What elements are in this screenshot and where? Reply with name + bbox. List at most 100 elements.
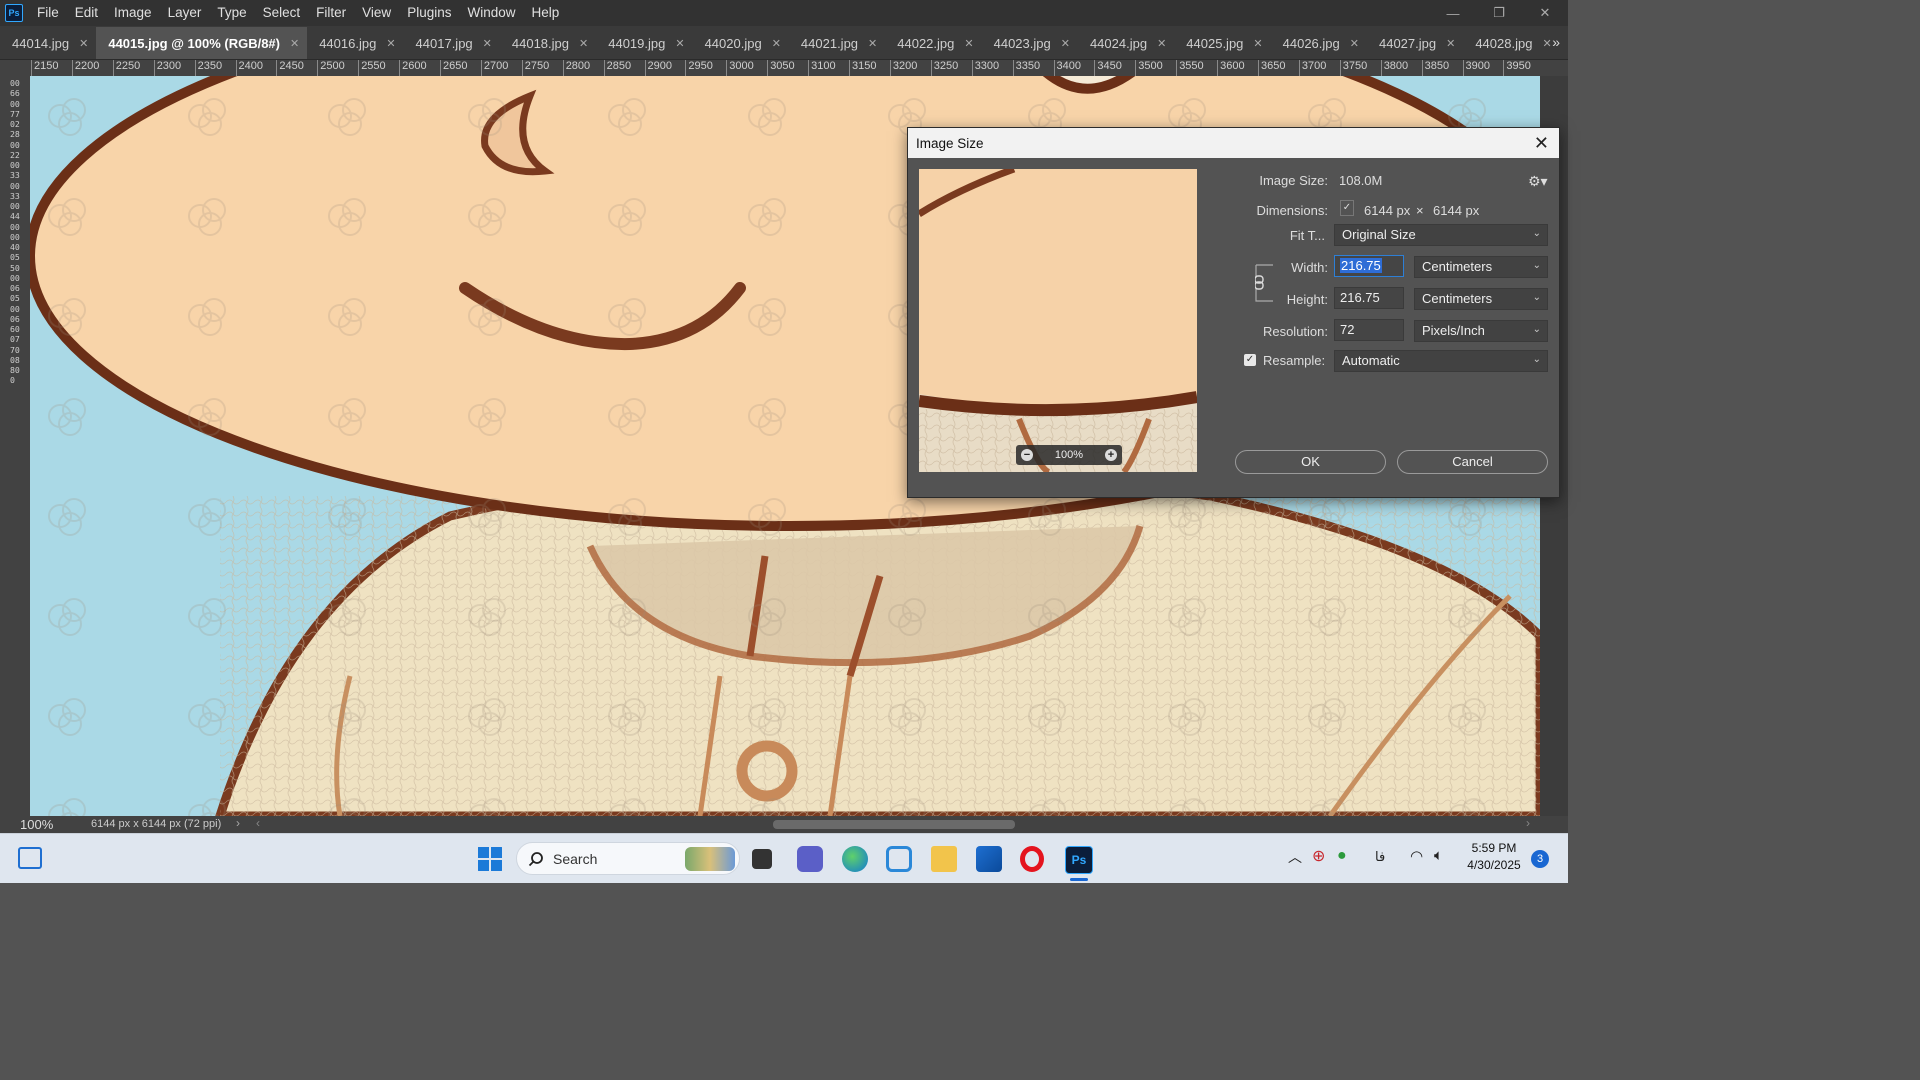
menu-file[interactable]: File xyxy=(29,0,67,26)
document-tab[interactable]: 44015.jpg @ 100% (RGB/8#) ✕ xyxy=(96,27,308,59)
resample-checkbox[interactable]: ✓ xyxy=(1244,354,1256,366)
tab-close-icon[interactable]: ✕ xyxy=(483,37,492,50)
photoshop-logo-icon[interactable]: Ps xyxy=(5,4,23,22)
settings-gear-icon[interactable]: ⚙▾ xyxy=(1528,173,1548,190)
ruler-tick-label: 2500 xyxy=(317,60,345,76)
file-explorer-icon[interactable] xyxy=(931,846,957,872)
menu-select[interactable]: Select xyxy=(255,0,309,26)
chevron-up-icon[interactable]: ︿ xyxy=(1288,847,1302,867)
widgets-icon[interactable] xyxy=(18,847,42,869)
tab-close-icon[interactable]: ✕ xyxy=(964,37,973,50)
tab-close-icon[interactable]: ✕ xyxy=(1061,37,1070,50)
document-tab[interactable]: 44019.jpg ✕ xyxy=(596,27,692,59)
opera-browser-icon[interactable] xyxy=(1020,846,1044,872)
close-window-icon[interactable]: ✕ xyxy=(1522,0,1568,26)
taskbar-search[interactable]: Search xyxy=(516,842,740,875)
system-clock[interactable]: 5:59 PM 4/30/2025 xyxy=(1462,840,1526,874)
document-tab[interactable]: 44020.jpg ✕ xyxy=(693,27,789,59)
dialog-titlebar[interactable]: Image Size ✕ xyxy=(908,128,1559,158)
document-tab[interactable]: 44022.jpg ✕ xyxy=(885,27,981,59)
document-tab[interactable]: 44027.jpg ✕ xyxy=(1367,27,1463,59)
tab-close-icon[interactable]: ✕ xyxy=(79,37,88,50)
document-tab[interactable]: 44024.jpg ✕ xyxy=(1078,27,1174,59)
tab-overflow-icon[interactable]: » xyxy=(1552,34,1560,50)
edge-browser-icon[interactable] xyxy=(842,846,868,872)
height-unit-dropdown[interactable]: Centimeters ⌄ xyxy=(1414,288,1548,310)
document-tab[interactable]: 44014.jpg ✕ xyxy=(0,27,96,59)
tab-close-icon[interactable]: ✕ xyxy=(772,37,781,50)
tab-close-icon[interactable]: ✕ xyxy=(1542,37,1551,50)
tray-globe-icon[interactable]: ● xyxy=(1337,847,1347,865)
fit-to-dropdown[interactable]: Original Size ⌄ xyxy=(1334,224,1548,246)
menu-filter[interactable]: Filter xyxy=(308,0,354,26)
menu-window[interactable]: Window xyxy=(459,0,523,26)
wifi-icon[interactable]: ◠ xyxy=(1410,847,1423,865)
scroll-left-icon[interactable]: ‹ xyxy=(256,816,260,830)
input-language[interactable]: فا xyxy=(1375,849,1385,865)
restore-icon[interactable]: ❐ xyxy=(1476,0,1522,26)
resample-dropdown[interactable]: Automatic ⌄ xyxy=(1334,350,1548,372)
tab-close-icon[interactable]: ✕ xyxy=(1446,37,1455,50)
tab-close-icon[interactable]: ✕ xyxy=(290,37,299,50)
menu-plugins[interactable]: Plugins xyxy=(399,0,459,26)
width-unit-dropdown[interactable]: Centimeters ⌄ xyxy=(1414,256,1548,278)
menu-image[interactable]: Image xyxy=(106,0,160,26)
start-windows-icon[interactable] xyxy=(477,846,503,872)
tab-close-icon[interactable]: ✕ xyxy=(1157,37,1166,50)
notification-badge[interactable]: 3 xyxy=(1531,850,1549,868)
height-label: Height: xyxy=(1286,292,1328,307)
tab-close-icon[interactable]: ✕ xyxy=(675,37,684,50)
tab-close-icon[interactable]: ✕ xyxy=(868,37,877,50)
document-tab[interactable]: 44026.jpg ✕ xyxy=(1271,27,1367,59)
tab-label: 44014.jpg xyxy=(12,35,70,51)
width-input[interactable]: 216.75 xyxy=(1334,255,1404,277)
document-tab[interactable]: 44017.jpg ✕ xyxy=(404,27,500,59)
microsoft-store-icon[interactable] xyxy=(976,846,1002,872)
vertical-ruler[interactable]: 0066007702280022003300330044000040055000… xyxy=(0,76,30,816)
cancel-button[interactable]: Cancel xyxy=(1397,450,1548,474)
snipping-tool-icon[interactable] xyxy=(886,846,912,872)
height-unit-value: Centimeters xyxy=(1422,291,1493,306)
task-view-icon[interactable] xyxy=(752,849,772,869)
scroll-right-icon[interactable]: › xyxy=(1526,816,1530,830)
tab-close-icon[interactable]: ✕ xyxy=(386,37,395,50)
tab-close-icon[interactable]: ✕ xyxy=(1253,37,1262,50)
resolution-unit-dropdown[interactable]: Pixels/Inch ⌄ xyxy=(1414,320,1548,342)
chevron-down-icon: ⌄ xyxy=(1532,228,1541,239)
document-tab[interactable]: 44016.jpg ✕ xyxy=(307,27,403,59)
document-tab[interactable]: 44029.jpg✕ xyxy=(1560,27,1568,59)
tray-app-icon[interactable]: ⊕ xyxy=(1312,846,1325,866)
ruler-origin[interactable] xyxy=(0,60,30,76)
menu-type[interactable]: Type xyxy=(209,0,254,26)
menu-layer[interactable]: Layer xyxy=(160,0,210,26)
image-size-label: Image Size: xyxy=(1259,173,1328,188)
menu-view[interactable]: View xyxy=(354,0,399,26)
document-tab[interactable]: 44025.jpg ✕ xyxy=(1174,27,1270,59)
zoom-level[interactable]: 100% xyxy=(20,817,53,832)
ruler-tick-label: 3050 xyxy=(767,60,795,76)
photoshop-taskbar-icon[interactable]: Ps xyxy=(1065,846,1093,874)
document-tab[interactable]: 44023.jpg ✕ xyxy=(982,27,1078,59)
horizontal-scrollbar-thumb[interactable] xyxy=(773,820,1015,829)
zoom-in-icon[interactable]: + xyxy=(1104,449,1117,461)
minimize-icon[interactable]: — xyxy=(1430,0,1476,26)
dimensions-toggle-icon[interactable]: ✓ xyxy=(1340,200,1354,216)
document-tab[interactable]: 44028.jpg ✕ xyxy=(1463,27,1559,59)
teams-icon[interactable] xyxy=(797,846,823,872)
menu-help[interactable]: Help xyxy=(523,0,567,26)
resolution-input[interactable]: 72 xyxy=(1334,319,1404,341)
horizontal-ruler[interactable]: 2150 2200 2250 2300 2350 2400 2450 2500 2550 2600… xyxy=(30,60,1568,76)
zoom-out-icon[interactable]: − xyxy=(1021,449,1033,461)
volume-muted-icon[interactable]: 🔈︎ xyxy=(1434,847,1443,864)
tab-close-icon[interactable]: ✕ xyxy=(579,37,588,50)
menu-edit[interactable]: Edit xyxy=(67,0,106,26)
dialog-close-icon[interactable]: ✕ xyxy=(1534,133,1549,154)
tab-label: 44017.jpg xyxy=(415,35,473,51)
document-tab[interactable]: 44018.jpg ✕ xyxy=(500,27,596,59)
status-expand-icon[interactable]: › xyxy=(236,816,240,830)
tab-close-icon[interactable]: ✕ xyxy=(1350,37,1359,50)
image-preview[interactable]: − 100% + xyxy=(919,169,1197,472)
height-input[interactable]: 216.75 xyxy=(1334,287,1404,309)
ok-button[interactable]: OK xyxy=(1235,450,1386,474)
document-tab[interactable]: 44021.jpg ✕ xyxy=(789,27,885,59)
